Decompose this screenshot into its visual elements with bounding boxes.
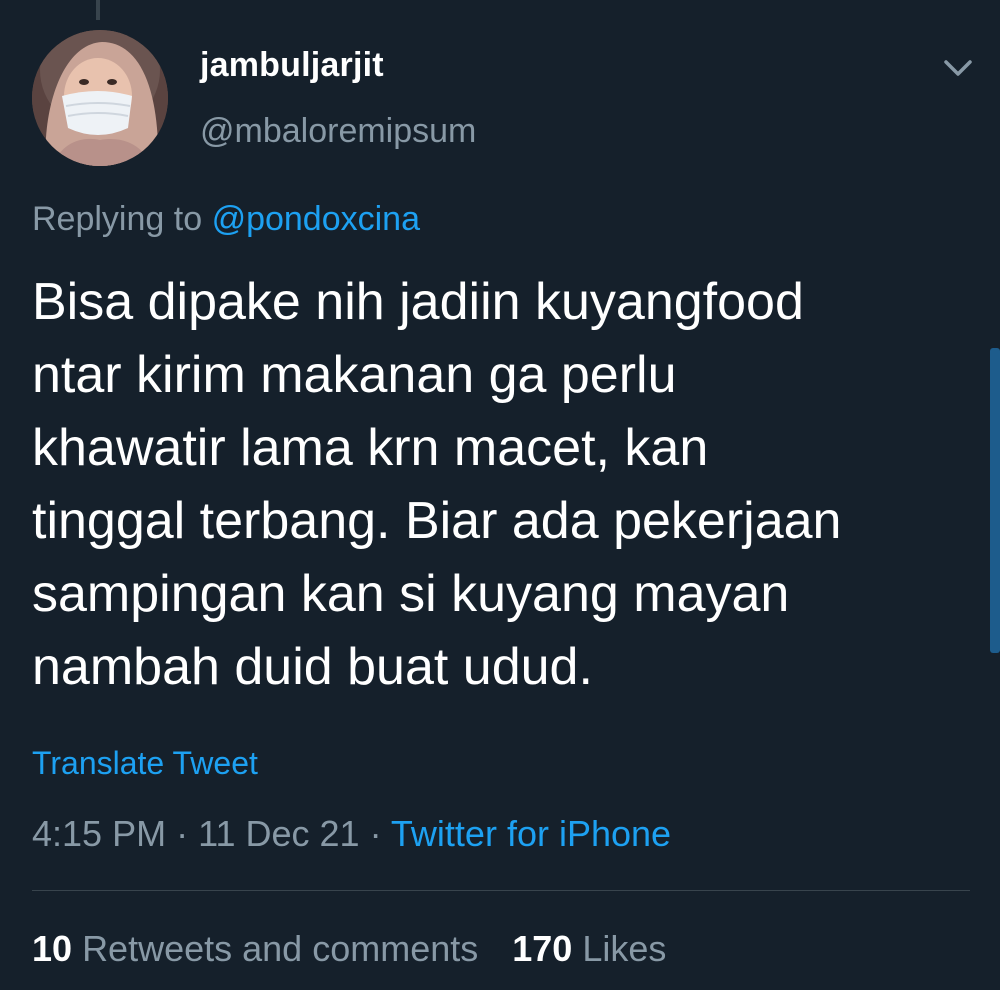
translate-tweet-link[interactable]: Translate Tweet [32,745,258,782]
scrollbar[interactable] [990,348,1000,653]
tweet-time[interactable]: 4:15 PM [32,813,166,854]
tweet-text-line: nambah duid buat udud. [32,638,593,696]
tweet-text-line: sampingan kan si kuyang mayan [32,565,790,623]
tweet-source-link[interactable]: Twitter for iPhone [391,813,671,854]
retweets-label: Retweets and comments [82,928,479,969]
likes-count: 170 [512,928,573,969]
tweet-text-line: tinggal terbang. Biar ada pekerjaan [32,492,842,550]
meta-separator: · [369,813,382,854]
tweet-text: Bisa dipake nih jadiin kuyangfood ntar k… [32,266,972,704]
divider [32,890,970,891]
thread-connector-line [96,0,100,20]
likes-stat[interactable]: 170 Likes [512,928,666,969]
likes-label: Likes [582,928,667,969]
tweet-text-line: ntar kirim makanan ga perlu [32,346,677,404]
tweet-meta: 4:15 PM · 11 Dec 21 · Twitter for iPhone [32,813,671,855]
tweet-text-line: Bisa dipake nih jadiin kuyangfood [32,273,804,331]
profile-photo-icon [32,30,168,166]
user-handle[interactable]: @mbaloremipsum [200,112,476,151]
display-name[interactable]: jambuljarjit [200,46,384,85]
reply-mention-link[interactable]: @pondoxcina [212,200,420,238]
chevron-down-icon[interactable] [940,54,976,82]
tweet-date[interactable]: 11 Dec 21 [198,813,359,854]
retweets-stat[interactable]: 10 Retweets and comments [32,928,478,969]
retweets-count: 10 [32,928,73,969]
tweet-text-line: khawatir lama krn macet, kan [32,419,709,477]
avatar[interactable] [32,30,168,166]
replying-to-label: Replying to [32,200,203,238]
tweet-stats: 10 Retweets and comments 170 Likes [32,928,666,970]
meta-separator: · [176,813,189,854]
replying-to: Replying to @pondoxcina [32,200,420,239]
